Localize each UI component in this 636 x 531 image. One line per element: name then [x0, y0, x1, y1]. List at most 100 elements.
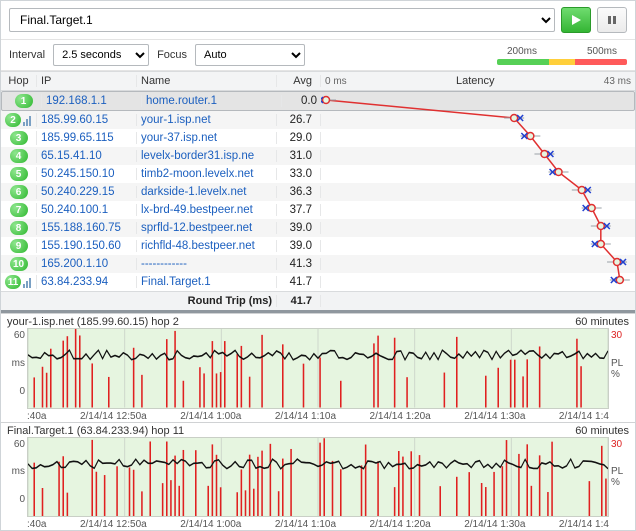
- hop-cell: 9: [1, 239, 37, 253]
- avg-cell: 39.0: [277, 222, 321, 234]
- avg-cell: 41.7: [277, 276, 321, 288]
- ip-cell: 165.200.1.10: [37, 258, 137, 270]
- name-cell: ------------: [137, 258, 277, 270]
- col-hop[interactable]: Hop: [1, 75, 37, 87]
- name-cell: darkside-1.levelx.net: [137, 186, 277, 198]
- avg-cell: 39.0: [277, 240, 321, 252]
- name-cell: sprfld-12.bestpeer.net: [137, 222, 277, 234]
- name-cell: timb2-moon.levelx.net: [137, 168, 277, 180]
- ip-cell: 185.99.65.115: [37, 132, 137, 144]
- name-cell: home.router.1: [142, 95, 282, 107]
- hop-grid: Hop IP Name Avg 0 ms Latency 43 ms 1 192.…: [1, 71, 635, 313]
- ip-cell: 155.190.150.60: [37, 240, 137, 252]
- hop-badge: 7: [10, 203, 28, 217]
- hop-badge: 2: [5, 113, 21, 127]
- hop-badge: 5: [10, 167, 28, 181]
- ip-cell: 185.99.60.15: [37, 114, 137, 126]
- table-row[interactable]: 11 63.84.233.94Final.Target.141.7: [1, 273, 635, 291]
- name-cell: your-37.isp.net: [137, 132, 277, 144]
- hop-badge: 3: [10, 131, 28, 145]
- hop-cell: 8: [1, 221, 37, 235]
- col-ip[interactable]: IP: [37, 75, 137, 87]
- summary-label: Round Trip (ms): [137, 295, 277, 307]
- name-cell: lx-brd-49.bestpeer.net: [137, 204, 277, 216]
- col-avg[interactable]: Avg: [277, 75, 321, 87]
- table-row[interactable]: 10 165.200.1.10------------41.3: [1, 255, 635, 273]
- avg-cell: 31.0: [277, 150, 321, 162]
- ip-cell: 192.168.1.1: [42, 95, 142, 107]
- ip-cell: 50.245.150.10: [37, 168, 137, 180]
- timeline-y-axis: 60ms0: [7, 328, 27, 411]
- table-row[interactable]: 1 192.168.1.1home.router.10.0: [1, 91, 635, 111]
- timeline-pl-axis: 30PL %: [609, 328, 629, 411]
- avg-cell: 29.0: [277, 132, 321, 144]
- scale-bar: [497, 59, 627, 65]
- avg-cell: 36.3: [277, 186, 321, 198]
- target-select[interactable]: Final.Target.1: [9, 8, 555, 32]
- focus-select[interactable]: Auto: [195, 44, 305, 66]
- timeline-chart[interactable]: [27, 437, 609, 518]
- interval-select[interactable]: 2.5 seconds: [53, 44, 149, 66]
- avg-cell: 37.7: [277, 204, 321, 216]
- hop-cell: 4: [1, 149, 37, 163]
- latency-scale: 200ms 500ms: [497, 46, 627, 65]
- hop-badge: 9: [10, 239, 28, 253]
- hop-cell: 3: [1, 131, 37, 145]
- name-cell: richfld-48.bestpeer.net: [137, 240, 277, 252]
- hop-cell: 2: [1, 113, 37, 127]
- avg-cell: 0.0: [282, 95, 326, 107]
- signal-icon: [23, 114, 32, 126]
- timeline-panel: your-1.isp.net (185.99.60.15) hop 260 mi…: [1, 313, 635, 422]
- timelines: your-1.isp.net (185.99.60.15) hop 260 mi…: [1, 313, 635, 530]
- summary-row: Round Trip (ms) 41.7: [1, 291, 635, 310]
- hop-badge: 1: [15, 94, 33, 108]
- ip-cell: 155.188.160.75: [37, 222, 137, 234]
- hop-badge: 8: [10, 221, 28, 235]
- latency-title: Latency: [347, 75, 604, 87]
- hop-cell: 10: [1, 257, 37, 271]
- timeline-duration: 60 minutes: [575, 425, 629, 437]
- latency-max: 43 ms: [604, 76, 631, 87]
- hop-badge: 10: [10, 257, 28, 271]
- scale-low: 200ms: [507, 46, 537, 57]
- table-row[interactable]: 550.245.150.10timb2-moon.levelx.net33.0: [1, 165, 635, 183]
- play-button[interactable]: [561, 7, 591, 33]
- hop-cell: 7: [1, 203, 37, 217]
- ip-cell: 65.15.41.10: [37, 150, 137, 162]
- top-bar: Final.Target.1: [1, 1, 635, 40]
- avg-cell: 26.7: [277, 114, 321, 126]
- avg-cell: 41.3: [277, 258, 321, 270]
- col-latency[interactable]: 0 ms Latency 43 ms: [321, 75, 635, 87]
- timeline-chart[interactable]: [27, 328, 609, 409]
- ip-cell: 50.240.229.15: [37, 186, 137, 198]
- ip-cell: 63.84.233.94: [37, 276, 137, 288]
- table-row[interactable]: 465.15.41.10levelx-border31.isp.ne31.0: [1, 147, 635, 165]
- table-row[interactable]: 750.240.100.1lx-brd-49.bestpeer.net37.7: [1, 201, 635, 219]
- name-cell: your-1.isp.net: [137, 114, 277, 126]
- summary-value: 41.7: [277, 295, 321, 307]
- name-cell: Final.Target.1: [137, 276, 277, 288]
- table-row[interactable]: 8 155.188.160.75sprfld-12.bestpeer.net39.…: [1, 219, 635, 237]
- timeline-x-axis: :40a2/14/14 12:50a2/14/14 1:00a2/14/14 1…: [7, 519, 629, 530]
- timeline-duration: 60 minutes: [575, 316, 629, 328]
- hop-badge: 11: [5, 275, 21, 289]
- col-name[interactable]: Name: [137, 75, 277, 87]
- table-row[interactable]: 6 50.240.229.15darkside-1.levelx.net36.3: [1, 183, 635, 201]
- table-row[interactable]: 9 155.190.150.60richfld-48.bestpeer.net39…: [1, 237, 635, 255]
- timeline-title: Final.Target.1 (63.84.233.94) hop 11: [7, 425, 184, 437]
- interval-label: Interval: [9, 49, 45, 61]
- focus-label: Focus: [157, 49, 187, 61]
- name-cell: levelx-border31.isp.ne: [137, 150, 277, 162]
- table-row[interactable]: 2 185.99.60.15your-1.isp.net26.7: [1, 111, 635, 129]
- hop-cell: 11: [1, 275, 37, 289]
- hop-badge: 6: [10, 185, 28, 199]
- timeline-panel: Final.Target.1 (63.84.233.94) hop 11 60 m…: [1, 422, 635, 531]
- scale-high: 500ms: [587, 46, 617, 57]
- timeline-y-axis: 60ms0: [7, 437, 27, 520]
- table-row[interactable]: 3 185.99.65.115your-37.isp.net29.0: [1, 129, 635, 147]
- grid-body: 1 192.168.1.1home.router.10.0 2 185.99.60.1…: [1, 91, 635, 291]
- hop-cell: 5: [1, 167, 37, 181]
- grid-header: Hop IP Name Avg 0 ms Latency 43 ms: [1, 71, 635, 91]
- pause-button[interactable]: [597, 7, 627, 33]
- latency-min: 0 ms: [325, 76, 347, 87]
